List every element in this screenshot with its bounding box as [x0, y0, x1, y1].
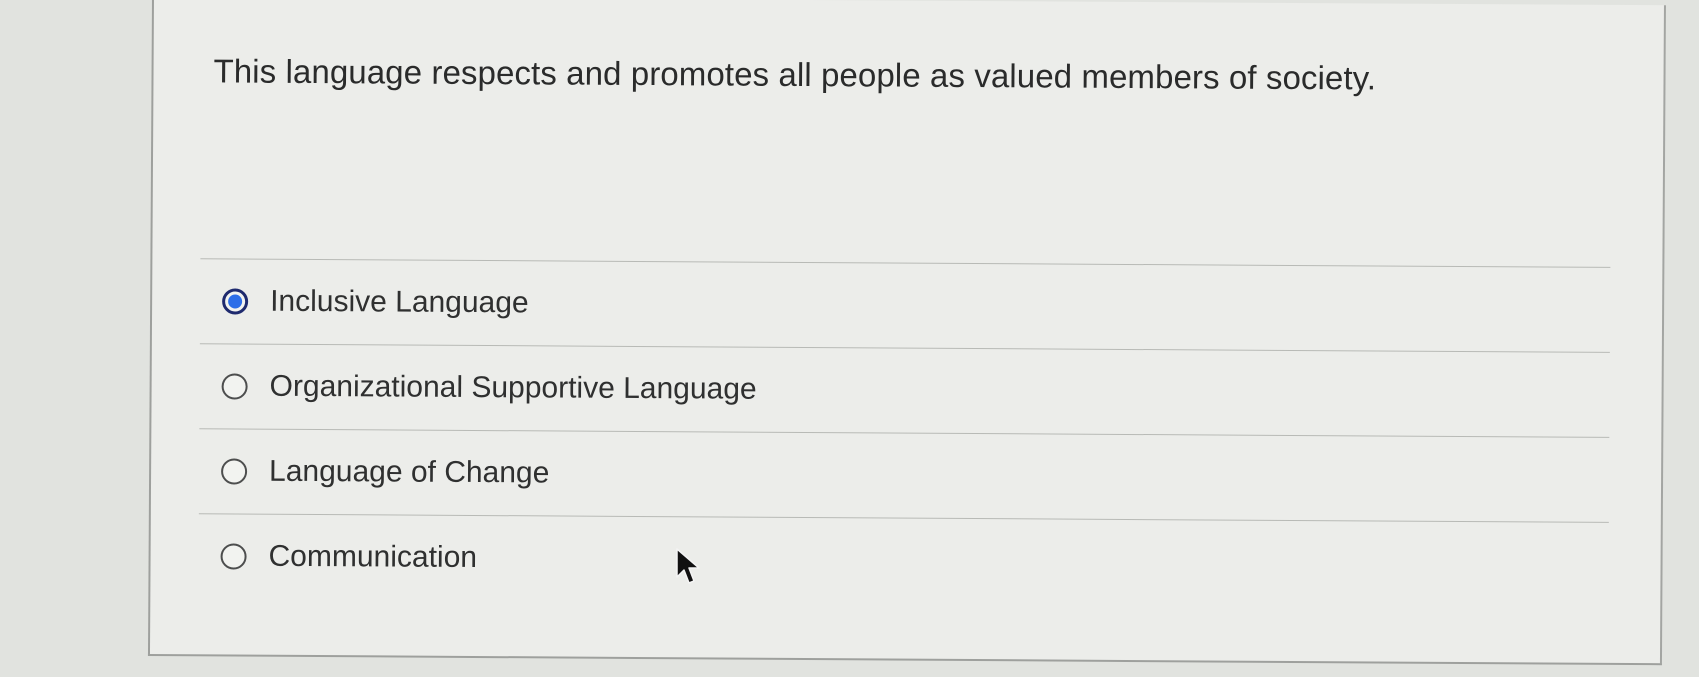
radio-button[interactable] — [221, 373, 248, 400]
answer-options: Inclusive Language Organizational Suppor… — [198, 258, 1611, 607]
option-label: Inclusive Language — [270, 284, 529, 320]
option-language-of-change[interactable]: Language of Change — [198, 428, 1610, 522]
question-card: This language respects and promotes all … — [147, 0, 1666, 666]
option-organizational-supportive-language[interactable]: Organizational Supportive Language — [199, 343, 1610, 437]
mouse-pointer-icon — [676, 548, 700, 584]
radio-button[interactable] — [220, 543, 247, 570]
option-label: Organizational Supportive Language — [269, 369, 757, 406]
radio-button-selected[interactable] — [222, 288, 249, 315]
radio-button[interactable] — [221, 458, 248, 485]
radio-dot-icon — [228, 294, 243, 309]
option-label: Language of Change — [268, 454, 550, 490]
question-text: This language respects and promotes all … — [213, 52, 1377, 97]
option-communication[interactable]: Communication — [198, 513, 1609, 607]
option-inclusive-language[interactable]: Inclusive Language — [199, 258, 1611, 352]
option-label: Communication — [268, 539, 478, 574]
